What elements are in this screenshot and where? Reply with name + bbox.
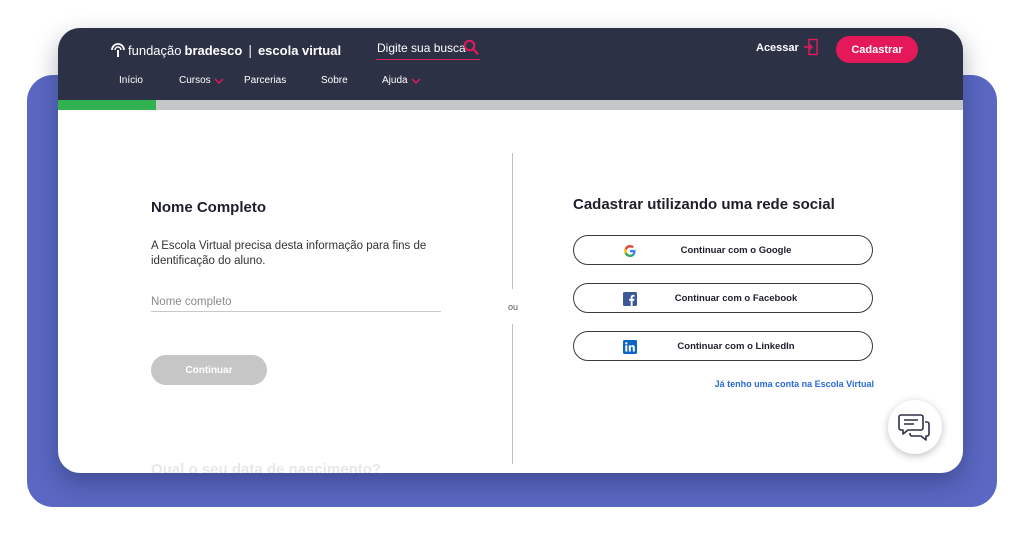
logo-escola-virtual-text: escola virtual bbox=[257, 42, 342, 58]
search-icon[interactable] bbox=[463, 39, 479, 55]
search-placeholder: Digite sua busca bbox=[377, 41, 466, 55]
nav-item-label: Ajuda bbox=[382, 75, 408, 86]
form-description: A Escola Virtual precisa desta informaçã… bbox=[151, 240, 427, 267]
chevron-down-icon bbox=[214, 78, 224, 84]
nav-item-sobre[interactable]: Sobre bbox=[321, 75, 348, 86]
browser-window: fundação bradesco | escola virtual Digit… bbox=[58, 28, 963, 473]
login-door-icon[interactable] bbox=[803, 38, 819, 56]
or-separator: ou bbox=[507, 302, 518, 312]
chevron-down-icon bbox=[411, 78, 421, 84]
nav-item-parcerias[interactable]: Parcerias bbox=[244, 75, 286, 86]
vertical-divider bbox=[512, 324, 513, 464]
facebook-signup-label: Continuar com o Facebook bbox=[674, 293, 798, 304]
nav-item-cursos[interactable]: Cursos bbox=[179, 75, 224, 86]
login-link[interactable]: Acessar bbox=[756, 42, 799, 54]
signup-progress-fill bbox=[58, 100, 156, 110]
nav-item-label: Cursos bbox=[179, 75, 211, 86]
signup-progress-bar bbox=[58, 100, 963, 110]
chat-icon bbox=[898, 414, 930, 441]
existing-account-link[interactable]: Já tenho uma conta na Escola Virtual bbox=[688, 379, 874, 389]
social-signup-title: Cadastrar utilizando uma rede social bbox=[573, 196, 835, 213]
nav-item-inicio[interactable]: Início bbox=[119, 75, 143, 86]
nav-item-label: Parcerias bbox=[244, 75, 287, 86]
vertical-divider bbox=[512, 153, 513, 289]
top-navigation-bar: fundação bradesco | escola virtual Digit… bbox=[58, 28, 963, 100]
form-section-title: Nome Completo bbox=[151, 199, 267, 216]
next-question-title: Qual o seu data de nascimento? bbox=[151, 461, 382, 473]
signup-button[interactable]: Cadastrar bbox=[836, 36, 918, 63]
full-name-input[interactable] bbox=[151, 293, 441, 312]
nav-item-label: Início bbox=[119, 75, 143, 86]
google-signup-button[interactable]: Continuar com o Google bbox=[573, 235, 873, 265]
google-signup-label: Continuar com o Google bbox=[680, 245, 792, 256]
linkedin-signup-label: Continuar com o LinkedIn bbox=[677, 341, 795, 352]
chat-button[interactable] bbox=[888, 400, 942, 454]
bradesco-logo-icon bbox=[111, 43, 125, 57]
facebook-signup-button[interactable]: Continuar com o Facebook bbox=[573, 283, 873, 313]
nav-item-label: Sobre bbox=[321, 75, 348, 86]
continue-button[interactable]: Continuar bbox=[151, 355, 267, 385]
site-logo[interactable]: fundação bradesco | escola virtual bbox=[110, 39, 341, 61]
nav-item-ajuda[interactable]: Ajuda bbox=[382, 75, 421, 86]
logo-bradesco-text: bradesco bbox=[184, 42, 243, 58]
linkedin-signup-button[interactable]: Continuar com o LinkedIn bbox=[573, 331, 873, 361]
logo-fundacao-text: fundação bbox=[128, 42, 182, 58]
logo-separator: | bbox=[248, 42, 252, 58]
